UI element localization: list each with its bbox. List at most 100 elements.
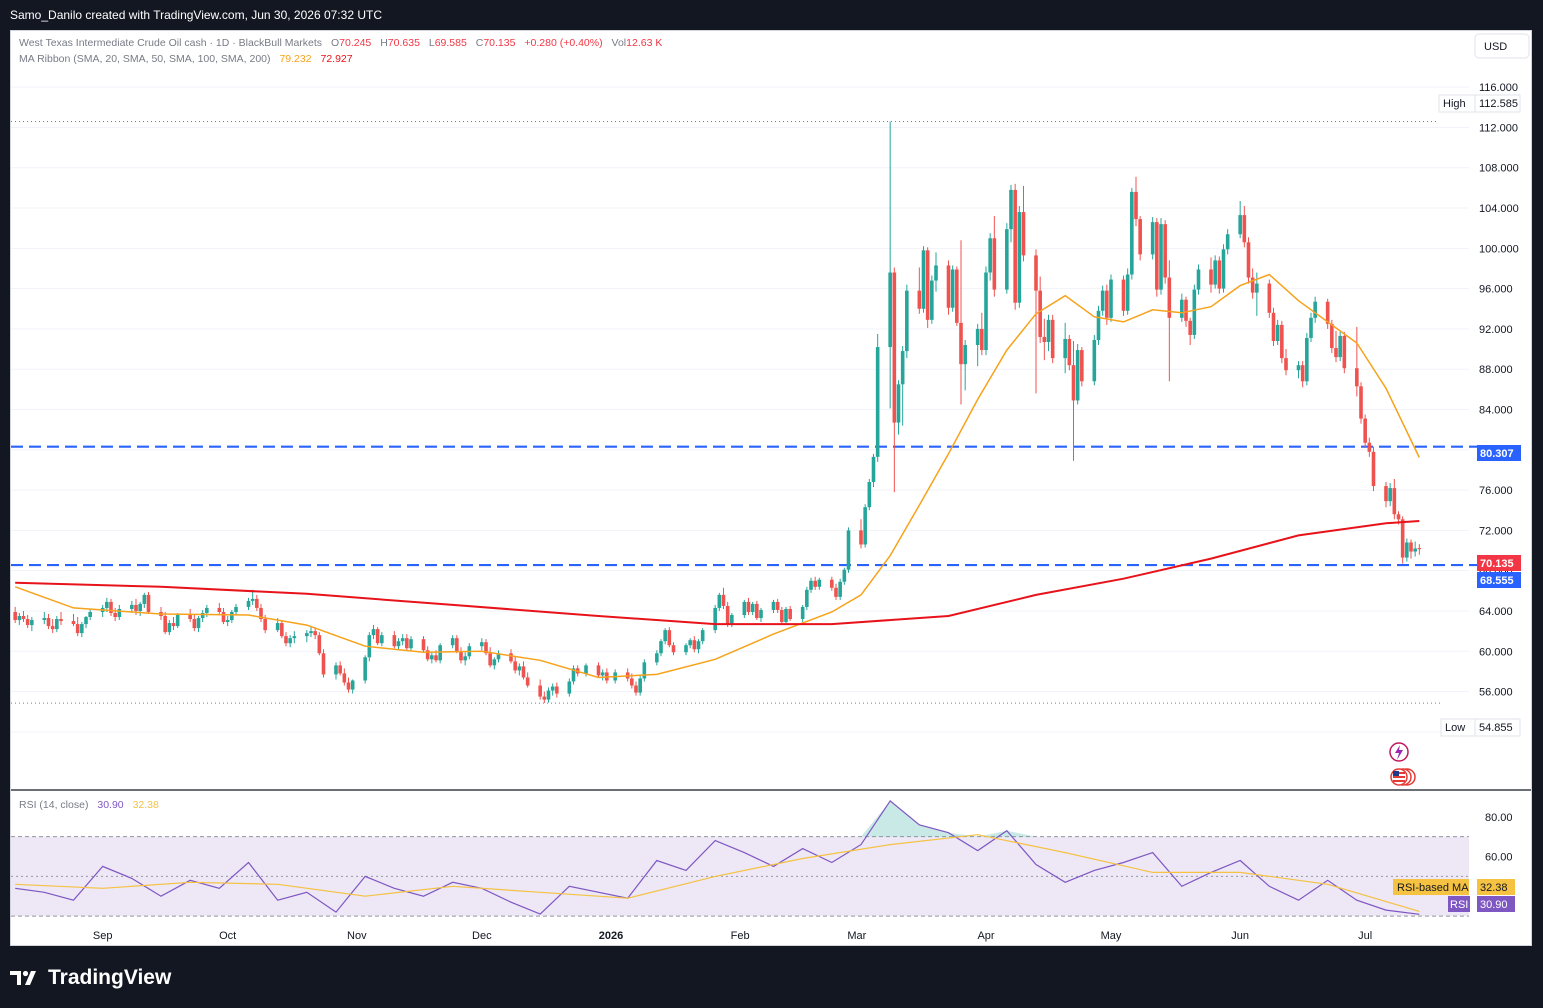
candle[interactable] xyxy=(525,672,530,688)
chart-container[interactable]: 116.000 112.000 108.000 104.000 100.000 96.00… xyxy=(10,30,1532,946)
candle[interactable] xyxy=(946,260,951,315)
candle[interactable] xyxy=(692,636,697,653)
candle[interactable] xyxy=(784,606,788,626)
candle[interactable] xyxy=(1280,320,1284,364)
candle[interactable] xyxy=(259,603,263,623)
candle[interactable] xyxy=(1100,285,1105,316)
candle[interactable] xyxy=(750,601,755,615)
candle[interactable] xyxy=(430,652,434,664)
candle[interactable] xyxy=(246,597,251,610)
candle[interactable] xyxy=(888,121,892,409)
candle[interactable] xyxy=(988,233,992,281)
currency-button[interactable]: USD xyxy=(1474,33,1530,59)
candle[interactable] xyxy=(305,630,309,643)
candle[interactable] xyxy=(75,617,80,637)
candle[interactable] xyxy=(546,687,551,703)
candle[interactable] xyxy=(984,266,988,356)
candle[interactable] xyxy=(13,606,17,624)
candle[interactable] xyxy=(392,631,397,649)
candle[interactable] xyxy=(1284,349,1288,376)
candle[interactable] xyxy=(1188,317,1192,346)
candle[interactable] xyxy=(1409,539,1413,559)
candle[interactable] xyxy=(234,603,238,615)
candle[interactable] xyxy=(455,635,459,654)
candle[interactable] xyxy=(659,639,663,657)
candle[interactable] xyxy=(955,266,959,326)
candle[interactable] xyxy=(917,267,922,314)
candle[interactable] xyxy=(363,655,367,684)
candle[interactable] xyxy=(817,577,822,590)
candle[interactable] xyxy=(488,647,492,668)
candle[interactable] xyxy=(655,650,659,666)
candle[interactable] xyxy=(230,609,234,624)
candle[interactable] xyxy=(192,615,197,632)
candle[interactable] xyxy=(1034,249,1038,394)
candle[interactable] xyxy=(284,632,288,647)
candle[interactable] xyxy=(1413,541,1417,557)
candle[interactable] xyxy=(600,669,605,681)
candle[interactable] xyxy=(109,598,113,617)
flag-icon[interactable] xyxy=(1390,768,1416,786)
candle[interactable] xyxy=(380,632,384,647)
candle[interactable] xyxy=(934,252,938,292)
candle[interactable] xyxy=(25,615,30,629)
candle[interactable] xyxy=(809,577,813,593)
candle[interactable] xyxy=(288,635,292,648)
candle[interactable] xyxy=(1325,298,1330,329)
candle[interactable] xyxy=(30,617,34,632)
candle[interactable] xyxy=(780,606,784,626)
candle[interactable] xyxy=(1246,237,1251,284)
candle[interactable] xyxy=(409,636,413,652)
candle[interactable] xyxy=(1296,361,1301,379)
lightning-icon[interactable] xyxy=(1389,742,1409,762)
candle[interactable] xyxy=(375,627,380,646)
chart-svg[interactable]: 116.000 112.000 108.000 104.000 100.000 96.00… xyxy=(11,31,1531,945)
candle[interactable] xyxy=(1400,516,1405,564)
candle[interactable] xyxy=(950,265,955,312)
candle[interactable] xyxy=(342,668,347,686)
candle[interactable] xyxy=(142,592,147,608)
candle[interactable] xyxy=(1196,264,1201,295)
candle[interactable] xyxy=(1005,223,1009,294)
candle[interactable] xyxy=(513,656,517,674)
candle[interactable] xyxy=(842,567,847,585)
candle[interactable] xyxy=(480,638,484,651)
candle[interactable] xyxy=(1267,279,1272,318)
candle[interactable] xyxy=(980,312,984,356)
candle[interactable] xyxy=(1275,319,1280,346)
candle[interactable] xyxy=(875,333,880,462)
candle[interactable] xyxy=(1021,185,1026,262)
candle[interactable] xyxy=(713,604,717,634)
candle[interactable] xyxy=(421,636,426,653)
candle[interactable] xyxy=(1405,538,1409,562)
candle[interactable] xyxy=(517,663,522,676)
candle[interactable] xyxy=(667,627,672,648)
candle[interactable] xyxy=(1342,331,1347,374)
candle[interactable] xyxy=(1092,334,1097,386)
candle[interactable] xyxy=(1163,220,1167,284)
candle[interactable] xyxy=(1367,437,1372,457)
footer-brand[interactable]: TradingView xyxy=(10,962,171,994)
candle[interactable] xyxy=(896,380,901,435)
candle[interactable] xyxy=(46,613,51,630)
candle[interactable] xyxy=(550,683,555,696)
candle[interactable] xyxy=(892,267,897,493)
candle[interactable] xyxy=(859,519,863,549)
candle[interactable] xyxy=(1213,255,1217,289)
candle[interactable] xyxy=(963,339,967,391)
candle[interactable] xyxy=(1221,244,1226,293)
candle[interactable] xyxy=(746,597,751,615)
candle[interactable] xyxy=(1334,330,1338,363)
candle[interactable] xyxy=(921,246,926,313)
candle[interactable] xyxy=(1109,274,1113,322)
candle[interactable] xyxy=(638,675,642,696)
candle[interactable] xyxy=(834,583,838,600)
candle[interactable] xyxy=(555,682,559,698)
candle[interactable] xyxy=(1075,344,1080,405)
candle[interactable] xyxy=(800,604,805,623)
candle[interactable] xyxy=(846,527,851,573)
candle[interactable] xyxy=(338,661,342,676)
candle[interactable] xyxy=(1300,361,1305,388)
candle[interactable] xyxy=(1071,341,1076,461)
candle[interactable] xyxy=(1192,284,1197,339)
